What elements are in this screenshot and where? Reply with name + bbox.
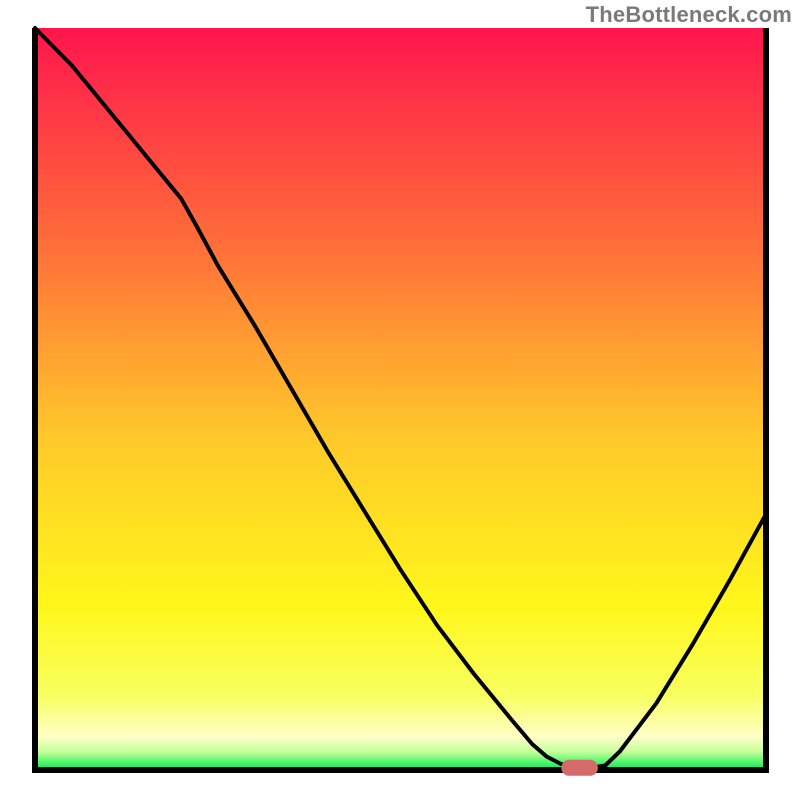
bottleneck-chart [0, 0, 800, 800]
plot-gradient [35, 28, 766, 770]
optimal-marker [561, 760, 598, 776]
chart-container: TheBottleneck.com [0, 0, 800, 800]
